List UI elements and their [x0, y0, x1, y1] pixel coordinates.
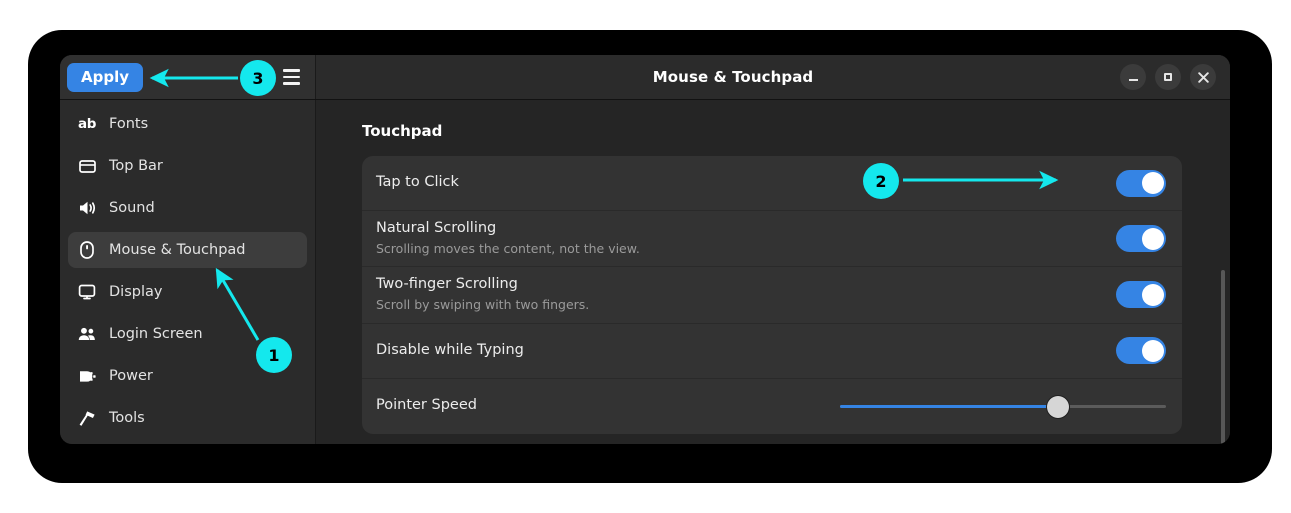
- row-texts: Tap to Click: [376, 165, 1116, 201]
- setting-row-two-finger-scrolling: Two-finger Scrolling Scroll by swiping w…: [362, 267, 1182, 324]
- row-title: Two-finger Scrolling: [376, 276, 518, 293]
- main-content: Touchpad Tap to Click Natural Scrolling …: [316, 100, 1230, 444]
- setting-row-disable-while-typing: Disable while Typing: [362, 324, 1182, 379]
- sidebar-item-label: Fonts: [109, 116, 149, 132]
- application-window: Apply Mouse & Touchpad ab Fonts Top Bar …: [60, 55, 1230, 444]
- window-controls: [1120, 64, 1230, 90]
- sidebar-item-tools[interactable]: Tools: [68, 400, 307, 436]
- row-title: Pointer Speed: [376, 397, 477, 414]
- annotation-badge-1: 1: [256, 337, 292, 373]
- window-title: Mouse & Touchpad: [652, 68, 814, 86]
- row-subtitle: Scrolling moves the content, not the vie…: [376, 240, 640, 256]
- minimize-button[interactable]: [1120, 64, 1146, 90]
- apply-button[interactable]: Apply: [67, 62, 144, 92]
- top-bar-icon: [78, 157, 96, 175]
- row-texts: Natural Scrolling Scrolling moves the co…: [376, 211, 1116, 266]
- speaker-icon: [78, 199, 96, 217]
- mouse-icon: [78, 241, 96, 259]
- slider-handle[interactable]: [1047, 395, 1070, 418]
- toggle-knob: [1141, 339, 1164, 362]
- sidebar-item-display[interactable]: Display: [68, 274, 307, 310]
- toggle-knob: [1141, 283, 1164, 306]
- headerbar-right: Mouse & Touchpad: [316, 55, 1230, 99]
- setting-row-pointer-speed: Pointer Speed: [362, 379, 1182, 434]
- sidebar-item-label: Tools: [109, 410, 145, 426]
- row-title: Natural Scrolling: [376, 220, 497, 236]
- natural-scrolling-toggle[interactable]: [1116, 225, 1166, 253]
- two-finger-scrolling-toggle[interactable]: [1116, 281, 1166, 309]
- annotation-badge-3: 3: [240, 60, 276, 96]
- close-icon: [1197, 71, 1209, 83]
- sidebar-item-label: Mouse & Touchpad: [109, 242, 246, 258]
- sidebar-item-label: Login Screen: [109, 326, 203, 342]
- setting-row-natural-scrolling: Natural Scrolling Scrolling moves the co…: [362, 211, 1182, 268]
- sidebar-item-mouse-touchpad[interactable]: Mouse & Touchpad: [68, 232, 307, 268]
- slider-fill: [840, 404, 1059, 409]
- sidebar-item-label: Sound: [109, 200, 155, 216]
- content-scrollbar[interactable]: [1221, 270, 1225, 444]
- maximize-icon: [1164, 73, 1172, 81]
- sidebar-item-fonts[interactable]: ab Fonts: [68, 106, 307, 142]
- power-plug-icon: [78, 367, 96, 385]
- sidebar-item-top-bar[interactable]: Top Bar: [68, 148, 307, 184]
- tap-to-click-toggle[interactable]: [1116, 169, 1166, 197]
- toggle-knob: [1141, 172, 1164, 194]
- section-title: Touchpad: [362, 122, 443, 140]
- row-title: Tap to Click: [376, 174, 459, 191]
- screenshot-root: Apply Mouse & Touchpad ab Fonts Top Bar …: [0, 0, 1291, 513]
- sidebar-item-label: Top Bar: [109, 158, 163, 174]
- sidebar-item-label: Power: [109, 368, 153, 384]
- sidebar: ab Fonts Top Bar Sound Mouse & Touchpad …: [60, 100, 316, 444]
- minimize-icon: [1128, 79, 1138, 81]
- row-subtitle: Scroll by swiping with two fingers.: [376, 296, 590, 312]
- people-icon: [78, 325, 96, 343]
- row-texts: Pointer Speed: [376, 388, 840, 424]
- display-icon: [78, 283, 96, 301]
- sidebar-item-label: Display: [109, 284, 163, 300]
- ab-icon: ab: [78, 116, 96, 132]
- hammer-icon: [78, 409, 96, 427]
- row-title: Disable while Typing: [376, 341, 524, 358]
- setting-row-tap-to-click: Tap to Click: [362, 156, 1182, 211]
- close-button[interactable]: [1190, 64, 1216, 90]
- disable-while-typing-toggle[interactable]: [1116, 337, 1166, 365]
- window-headerbar: Apply Mouse & Touchpad: [60, 55, 1230, 100]
- row-texts: Two-finger Scrolling Scroll by swiping w…: [376, 267, 1116, 322]
- window-body: ab Fonts Top Bar Sound Mouse & Touchpad …: [60, 100, 1230, 444]
- pointer-speed-slider[interactable]: [840, 393, 1166, 420]
- maximize-button[interactable]: [1155, 64, 1181, 90]
- sidebar-item-sound[interactable]: Sound: [68, 190, 307, 226]
- row-texts: Disable while Typing: [376, 333, 1116, 369]
- toggle-knob: [1141, 227, 1164, 250]
- touchpad-settings-card: Tap to Click Natural Scrolling Scrolling…: [362, 156, 1182, 434]
- annotation-badge-2: 2: [863, 163, 899, 199]
